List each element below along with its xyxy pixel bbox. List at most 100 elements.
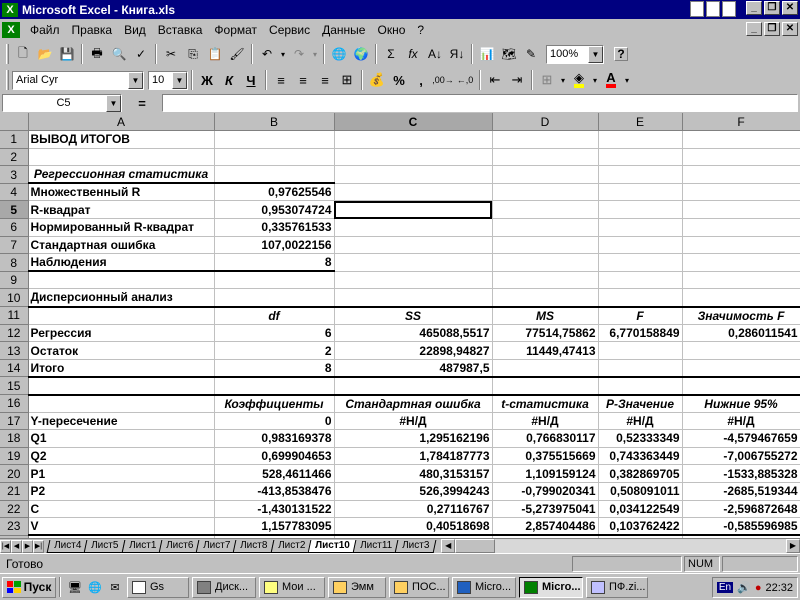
cell-e7[interactable]	[598, 236, 683, 255]
chevron-down-icon[interactable]: ▼	[172, 71, 187, 89]
drawing-icon[interactable]: ✎	[520, 43, 542, 65]
cell-f1[interactable]	[682, 130, 800, 149]
cell-d20[interactable]: 1,109159124	[492, 464, 599, 483]
cell-c9[interactable]	[334, 271, 493, 290]
font-color-icon[interactable]: A	[600, 69, 622, 91]
cell-c20[interactable]: 480,3153157	[334, 464, 493, 483]
cell-c12[interactable]: 465088,5517	[334, 324, 493, 343]
taskbar-button[interactable]: Эмм	[328, 576, 386, 598]
cell-a3[interactable]: Регрессионная статистика	[28, 165, 215, 185]
column-header-b[interactable]: B	[214, 113, 335, 132]
align-center-icon[interactable]: ≡	[292, 69, 314, 91]
cell-c7[interactable]	[334, 236, 493, 255]
print-icon[interactable]: 🖶	[86, 43, 108, 65]
sort-ascending-icon[interactable]: A↓	[424, 43, 446, 65]
formula-equals[interactable]: =	[122, 96, 162, 111]
cell-a5[interactable]: R-квадрат	[28, 200, 215, 220]
undo-dropdown-icon[interactable]: ▾	[278, 43, 288, 65]
taskbar-button[interactable]: ПОС...	[389, 576, 449, 598]
row-header[interactable]: 14	[0, 359, 29, 378]
taskbar-button[interactable]: Мои ...	[259, 576, 325, 598]
cell-d22[interactable]: -5,273975041	[492, 500, 599, 519]
cell-f2[interactable]	[682, 148, 800, 167]
cell-f20[interactable]: -1533,885328	[682, 464, 800, 483]
cell-d17[interactable]: #Н/Д	[492, 412, 599, 431]
cell-c19[interactable]: 1,784187773	[334, 447, 493, 466]
cell-f4[interactable]	[682, 183, 800, 202]
name-box[interactable]: C5 ▼	[2, 94, 122, 112]
restore-button[interactable]: ❐	[764, 1, 780, 15]
cell-d6[interactable]	[492, 218, 599, 237]
font-select[interactable]: Arial Cyr ▼	[12, 70, 144, 90]
cell-e5[interactable]	[598, 200, 683, 220]
cell-f6[interactable]	[682, 218, 800, 237]
cell-e17[interactable]: #Н/Д	[598, 412, 683, 431]
cell-b19[interactable]: 0,699904653	[214, 447, 335, 466]
cell-d9[interactable]	[492, 271, 599, 290]
cell-f18[interactable]: -4,579467659	[682, 429, 800, 448]
cell-e8[interactable]	[598, 253, 683, 272]
row-header[interactable]: 6	[0, 218, 29, 237]
cell-f17[interactable]: #Н/Д	[682, 412, 800, 431]
row-header[interactable]: 5	[0, 200, 29, 220]
cell-e9[interactable]	[598, 271, 683, 290]
cell-c15[interactable]	[334, 376, 493, 396]
row-header[interactable]: 10	[0, 288, 29, 308]
cell-b22[interactable]: -1,430131522	[214, 500, 335, 519]
fill-color-icon[interactable]: ◈	[568, 69, 590, 91]
save-icon[interactable]: 💾	[56, 43, 78, 65]
cell-a12[interactable]: Регрессия	[28, 324, 215, 343]
minimize-button[interactable]: _	[746, 1, 762, 15]
cell-b16[interactable]: Коэффициенты	[214, 394, 335, 413]
cell-c13[interactable]: 22898,94827	[334, 341, 493, 360]
excel-icon[interactable]: X	[2, 2, 18, 17]
sheet-tab[interactable]: Лист10	[307, 540, 358, 553]
cell-d12[interactable]: 77514,75862	[492, 324, 599, 343]
cell-b12[interactable]: 6	[214, 324, 335, 343]
column-header-c[interactable]: C	[334, 113, 493, 132]
cell-a18[interactable]: Q1	[28, 429, 215, 448]
cell-d16[interactable]: t-статистика	[492, 394, 599, 413]
column-header-e[interactable]: E	[598, 113, 683, 132]
cell-e12[interactable]: 6,770158849	[598, 324, 683, 343]
column-header-a[interactable]: A	[28, 113, 215, 132]
cell-d14[interactable]	[492, 359, 599, 378]
print-preview-icon[interactable]: 🔍	[108, 43, 130, 65]
office-shortcut-icon[interactable]	[706, 1, 720, 17]
cell-c5[interactable]	[334, 200, 493, 220]
taskbar-button[interactable]: ПФ.zi...	[586, 576, 648, 598]
redo-dropdown-icon[interactable]: ▾	[310, 43, 320, 65]
cell-c16[interactable]: Стандартная ошибка	[334, 394, 493, 413]
cell-c18[interactable]: 1,295162196	[334, 429, 493, 448]
cell-a15[interactable]	[28, 376, 215, 396]
cell-d21[interactable]: -0,799020341	[492, 482, 599, 501]
cell-d15[interactable]	[492, 376, 599, 396]
cell-a14[interactable]: Итого	[28, 359, 215, 378]
chevron-down-icon[interactable]: ▼	[588, 45, 603, 63]
fill-color-dropdown-icon[interactable]: ▾	[590, 69, 600, 91]
cell-d2[interactable]	[492, 148, 599, 167]
cell-c14[interactable]: 487987,5	[334, 359, 493, 378]
formula-input[interactable]	[162, 94, 798, 112]
cell-b15[interactable]	[214, 376, 335, 396]
spelling-icon[interactable]: ✓	[130, 43, 152, 65]
cell-f13[interactable]	[682, 341, 800, 360]
cell-e19[interactable]: 0,743363449	[598, 447, 683, 466]
cell-a4[interactable]: Множественный R	[28, 183, 215, 202]
cell-d23[interactable]: 2,857404486	[492, 517, 599, 537]
row-header[interactable]: 15	[0, 376, 29, 395]
cell-a8[interactable]: Наблюдения	[28, 253, 215, 273]
row-header[interactable]: 2	[0, 148, 29, 167]
cut-icon[interactable]: ✂	[160, 43, 182, 65]
row-header[interactable]: 19	[0, 447, 29, 466]
sheet-tab[interactable]: Лист6	[158, 540, 201, 553]
cell-e4[interactable]	[598, 183, 683, 202]
cell-f9[interactable]	[682, 271, 800, 290]
menu-file[interactable]: Файл	[24, 20, 66, 40]
cell-d18[interactable]: 0,766830117	[492, 429, 599, 448]
cell-e14[interactable]	[598, 359, 683, 378]
cell-c10[interactable]	[334, 288, 493, 308]
cell-a19[interactable]: Q2	[28, 447, 215, 466]
menu-data[interactable]: Данные	[316, 20, 371, 40]
cell-c17[interactable]: #Н/Д	[334, 412, 493, 431]
